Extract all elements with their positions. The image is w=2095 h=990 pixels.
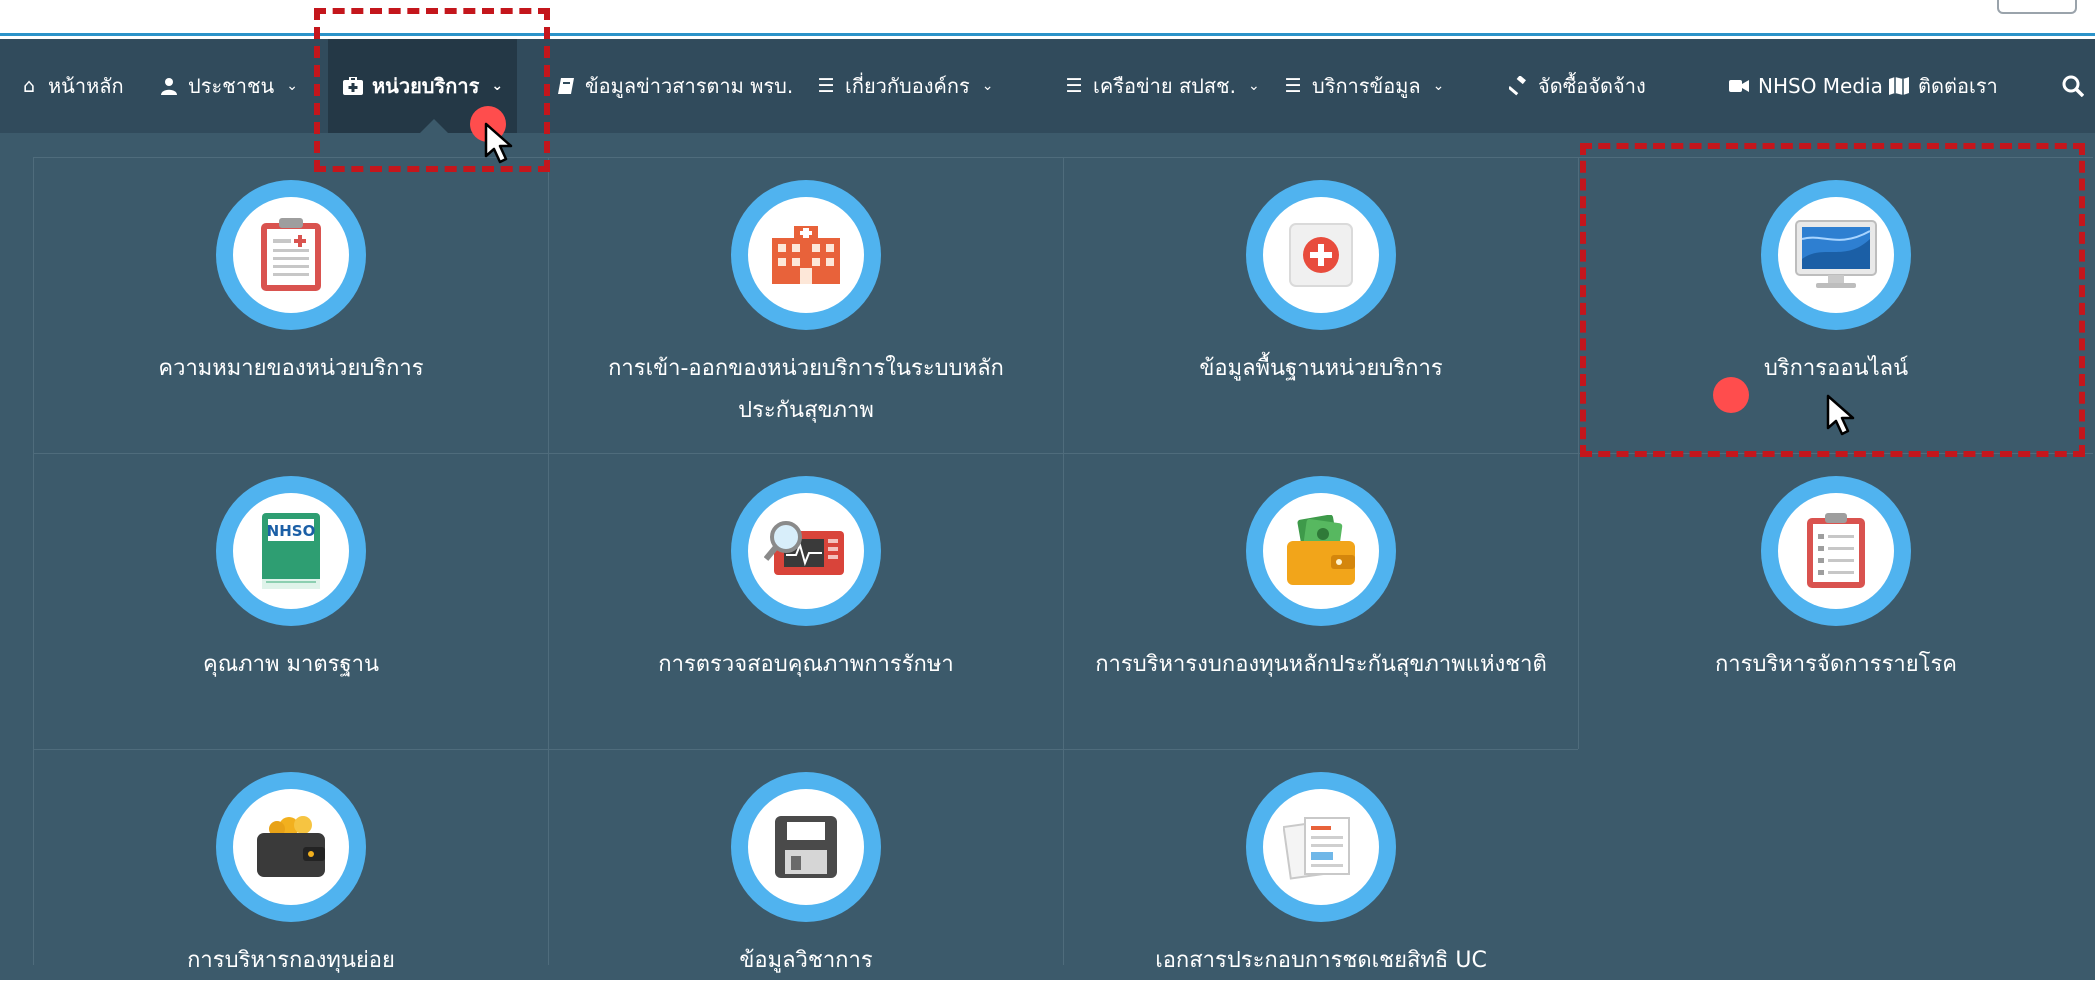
- nav-network[interactable]: ☰ เครือข่าย สปสช. ⌄: [1063, 39, 1260, 133]
- menu-card-fund-management[interactable]: การบริหารงบกองทุนหลักประกันสุขภาพแห่งชาต…: [1063, 453, 1578, 749]
- nav-nhso-media-label: NHSO Media: [1758, 74, 1883, 98]
- nav-home-label: หน้าหลัก: [48, 74, 124, 98]
- clipboard-medical-icon: [233, 197, 349, 313]
- checklist-icon: [1778, 493, 1894, 609]
- card-title: เอกสารประกอบการชดเชยสิทธิ UC: [1155, 948, 1487, 973]
- first-aid-icon: [1263, 197, 1379, 313]
- menu-card-meaning[interactable]: ความหมายของหน่วยบริการ: [33, 157, 548, 453]
- nav-contact[interactable]: ติดต่อเรา: [1888, 39, 1998, 133]
- medical-monitor-inspect-icon: [748, 493, 864, 609]
- nav-info-act[interactable]: ข้อมูลข่าวสารตาม พรบ.: [555, 39, 793, 133]
- gavel-icon: [1508, 75, 1530, 97]
- nav-citizen[interactable]: ประชาชน ⌄: [158, 39, 298, 133]
- card-icon-ring: [216, 180, 366, 330]
- card-icon-ring: [1246, 180, 1396, 330]
- card-icon-ring: [1761, 476, 1911, 626]
- nav-info-act-label: ข้อมูลข่าวสารตาม พรบ.: [585, 74, 794, 98]
- card-title: ความหมายของหน่วยบริการ: [158, 356, 424, 381]
- list-icon: ☰: [1065, 74, 1083, 97]
- click-indicator: [1713, 377, 1749, 413]
- menu-card-quality-standard[interactable]: NHSO คุณภาพ มาตรฐาน: [33, 453, 548, 749]
- mouse-pointer-icon: [484, 122, 513, 164]
- card-title: การตรวจสอบคุณภาพการรักษา: [658, 652, 954, 677]
- menu-card-treatment-inspection[interactable]: การตรวจสอบคุณภาพการรักษา: [548, 453, 1063, 749]
- nav-home[interactable]: ⌂ หน้าหลัก: [18, 39, 124, 133]
- top-right-button[interactable]: [1997, 0, 2077, 14]
- nav-about[interactable]: ☰ เกี่ยวกับองค์กร ⌄: [815, 39, 993, 133]
- nav-procurement[interactable]: จัดซื้อจัดจ้าง: [1508, 39, 1646, 133]
- chevron-down-icon: ⌄: [981, 78, 994, 94]
- nav-contact-label: ติดต่อเรา: [1918, 74, 1998, 98]
- nav-procurement-label: จัดซื้อจัดจ้าง: [1538, 74, 1646, 98]
- nav-data-service[interactable]: ☰ บริการข้อมูล ⌄: [1282, 39, 1444, 133]
- coin-wallet-icon: [233, 789, 349, 905]
- search-icon: [2062, 75, 2084, 97]
- card-icon-ring: [216, 772, 366, 922]
- chevron-down-icon: ⌄: [1248, 78, 1260, 94]
- card-title: การเข้า-ออกของหน่วยบริการในระบบหลักประกั…: [608, 356, 1004, 423]
- menu-card-uc-documents[interactable]: เอกสารประกอบการชดเชยสิทธิ UC: [1063, 749, 1578, 973]
- card-icon-ring: [731, 180, 881, 330]
- nhso-book-text: NHSO: [267, 522, 316, 540]
- floppy-disk-icon: [748, 789, 864, 905]
- menu-card-basic-info[interactable]: ข้อมูลพื้นฐานหน่วยบริการ: [1063, 157, 1578, 453]
- card-icon-ring: NHSO: [216, 476, 366, 626]
- chevron-down-icon: ⌄: [1432, 78, 1445, 94]
- menu-card-entry-exit[interactable]: การเข้า-ออกของหน่วยบริการในระบบหลักประกั…: [548, 157, 1063, 453]
- nav-about-label: เกี่ยวกับองค์กร: [845, 74, 970, 98]
- map-icon: [1888, 75, 1910, 97]
- list-icon: ☰: [1284, 74, 1302, 97]
- nhso-book-icon: NHSO: [233, 493, 349, 609]
- menu-card-sub-fund[interactable]: การบริหารกองทุนย่อย: [33, 749, 548, 973]
- card-icon-ring: [731, 772, 881, 922]
- nav-citizen-label: ประชาชน: [188, 74, 275, 98]
- card-icon-ring: [1246, 772, 1396, 922]
- search-button[interactable]: [2062, 39, 2084, 133]
- nav-network-label: เครือข่าย สปสช.: [1093, 74, 1236, 98]
- card-title: ข้อมูลวิชาการ: [739, 948, 873, 973]
- highlight-nav-service-unit: [314, 8, 550, 172]
- documents-icon: [1263, 789, 1379, 905]
- home-icon: ⌂: [22, 74, 36, 97]
- nav-nhso-media[interactable]: NHSO Media: [1728, 39, 1883, 133]
- chevron-down-icon: ⌄: [286, 78, 298, 94]
- card-title: ข้อมูลพื้นฐานหน่วยบริการ: [1199, 356, 1443, 381]
- mouse-pointer-icon: [1826, 394, 1855, 436]
- book-icon: [555, 75, 577, 97]
- video-icon: [1728, 75, 1750, 97]
- card-title: การบริหารงบกองทุนหลักประกันสุขภาพแห่งชาต…: [1095, 652, 1547, 677]
- nav-data-service-label: บริการข้อมูล: [1312, 74, 1421, 98]
- user-icon: [158, 75, 180, 97]
- wallet-money-icon: [1263, 493, 1379, 609]
- card-title: คุณภาพ มาตรฐาน: [203, 652, 379, 677]
- list-icon: ☰: [817, 74, 835, 97]
- card-title: การบริหารจัดการรายโรค: [1714, 652, 1958, 677]
- card-icon-ring: [731, 476, 881, 626]
- card-icon-ring: [1246, 476, 1396, 626]
- page-bottom: [0, 980, 2095, 990]
- menu-card-disease-management[interactable]: การบริหารจัดการรายโรค: [1578, 453, 2093, 749]
- hospital-building-icon: [748, 197, 864, 313]
- card-title: การบริหารกองทุนย่อย: [187, 948, 395, 973]
- menu-card-academic-data[interactable]: ข้อมูลวิชาการ: [548, 749, 1063, 973]
